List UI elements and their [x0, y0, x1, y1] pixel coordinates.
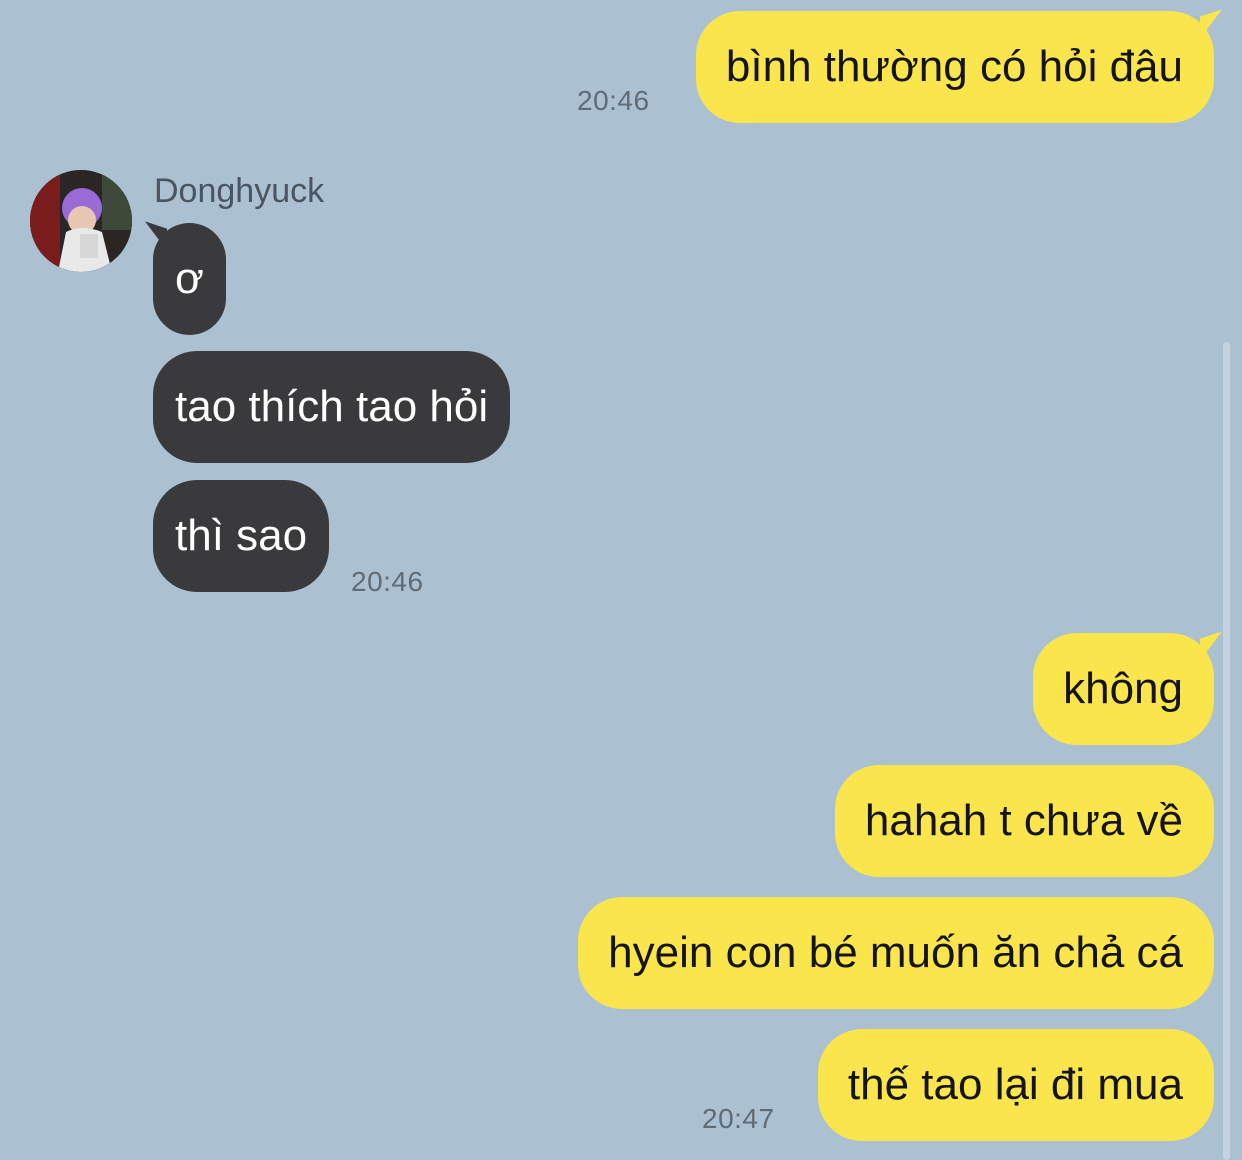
profile-photo-icon[interactable] — [30, 170, 132, 272]
message-timestamp: 20:46 — [577, 85, 650, 116]
bubble-tail — [145, 221, 167, 251]
message-text: bình thường có hỏi đâu — [725, 42, 1183, 91]
incoming-message-bubble[interactable]: ơ — [145, 221, 226, 335]
sender-name: Donghyuck — [154, 172, 325, 210]
outgoing-message-bubble[interactable]: không — [1033, 631, 1222, 745]
outgoing-message-bubble[interactable]: bình thường có hỏi đâu — [695, 9, 1222, 123]
outgoing-message-bubble[interactable]: thế tao lại đi mua — [817, 1029, 1214, 1141]
message-timestamp: 20:47 — [702, 1103, 775, 1134]
bubble-tail — [1200, 631, 1222, 661]
message-text: tao thích tao hỏi — [175, 382, 489, 431]
message-text: ơ — [175, 254, 204, 303]
outgoing-message-bubble[interactable]: hyein con bé muốn ăn chả cá — [578, 897, 1214, 1009]
chat-area: bình thường có hỏi đâu 20:46 Donghyuck ơ… — [0, 0, 1242, 1160]
outgoing-message-bubble[interactable]: hahah t chưa về — [834, 765, 1214, 877]
incoming-message-bubble[interactable]: thì sao — [153, 480, 330, 592]
message-text: thế tao lại đi mua — [847, 1060, 1183, 1109]
bubble-tail — [1200, 9, 1222, 39]
message-text: thì sao — [175, 511, 308, 560]
message-text: không — [1063, 664, 1183, 713]
scrollbar[interactable] — [1223, 342, 1230, 1160]
message-text: hyein con bé muốn ăn chả cá — [608, 928, 1183, 977]
message-timestamp: 20:46 — [351, 566, 424, 597]
incoming-message-bubble[interactable]: tao thích tao hỏi — [153, 351, 511, 463]
message-text: hahah t chưa về — [864, 796, 1183, 845]
